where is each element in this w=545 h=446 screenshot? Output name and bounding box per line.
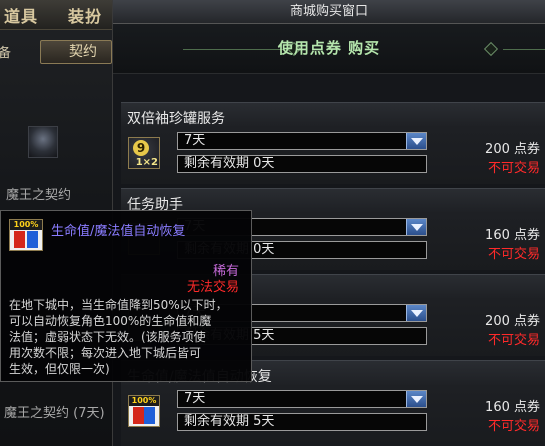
tooltip-item-name: 生命值/魔法值自动恢复	[51, 224, 186, 239]
dropdown-arrow-icon[interactable]	[406, 305, 426, 321]
trade-status: 不可交易	[487, 419, 540, 434]
contract-button[interactable]: 契约	[40, 40, 112, 64]
duration-value: 7天	[184, 133, 206, 148]
hp-mp-restore-icon: 100%	[128, 395, 160, 427]
description-line: 用次数不限；每次进入地下城后皆可	[9, 346, 202, 360]
item-tooltip: 100% 生命值/魔法值自动恢复 稀有 无法交易 在地下城中，当生命值降到50%…	[0, 210, 252, 382]
remaining-validity: 剩余有效期 5天	[177, 413, 427, 431]
hp-bar	[14, 231, 25, 248]
item-label-contract-7d: 魔王之契约 (7天)	[4, 406, 105, 421]
duration-value: 7天	[184, 391, 206, 406]
item-price: 160 点券	[485, 228, 540, 243]
inventory-tabbar: 道具 装扮	[0, 0, 112, 30]
x2-badge: 1×2	[135, 157, 158, 168]
double-coin-icon: 9 1×2	[128, 137, 160, 169]
hp-bar	[133, 407, 144, 424]
dropdown-arrow-icon[interactable]	[406, 391, 426, 407]
item-price: 200 点券	[485, 142, 540, 157]
tab-costume[interactable]: 装扮	[68, 3, 102, 27]
trade-status: 不可交易	[487, 161, 540, 176]
tab-items[interactable]: 道具	[4, 3, 38, 27]
hp-mp-restore-icon: 100%	[9, 219, 43, 251]
description-line: 生效，但仅限一次)	[9, 362, 110, 376]
mp-bar	[144, 407, 155, 424]
item-name: 双倍袖珍罐服务	[127, 111, 225, 127]
shop-item-card: 双倍袖珍罐服务 9 1×2 7天 剩余有效期 0天 200 点券 不可交易	[121, 102, 545, 184]
window-title: 商城购买窗口	[113, 0, 545, 24]
mp-bar	[27, 231, 38, 248]
remaining-validity: 剩余有效期 0天	[177, 155, 427, 173]
dropdown-arrow-icon[interactable]	[406, 133, 426, 149]
tooltip-description: 在地下城中，当生命值降到50%以下时， 可以自动恢复角色100%的生命值和魔 法…	[9, 297, 247, 377]
duration-select[interactable]: 7天	[177, 390, 427, 408]
description-line: 法值；虚弱状态下无效。(该服务项使	[9, 330, 206, 344]
dropdown-arrow-icon[interactable]	[406, 219, 426, 235]
item-price: 160 点券	[485, 400, 540, 415]
trade-status: 不可交易	[487, 333, 540, 348]
bubble-badge: 9	[133, 140, 149, 156]
demon-contract-icon[interactable]	[28, 126, 58, 158]
payment-ribbon: 使用点券 购买	[113, 24, 545, 74]
description-line: 可以自动恢复角色100%的生命值和魔	[9, 314, 212, 328]
percent-label: 100%	[129, 396, 159, 406]
description-line: 在地下城中，当生命值降到50%以下时，	[9, 298, 228, 312]
item-price: 200 点券	[485, 314, 540, 329]
duration-select[interactable]: 7天	[177, 132, 427, 150]
payment-method-title: 使用点券 购买	[277, 39, 381, 57]
subtab-equip[interactable]: 备	[0, 42, 11, 61]
trade-status: 不可交易	[487, 247, 540, 262]
tooltip-trade-status: 无法交易	[186, 280, 239, 295]
item-label-contract: 魔王之契约	[6, 188, 72, 203]
percent-label: 100%	[10, 220, 42, 230]
